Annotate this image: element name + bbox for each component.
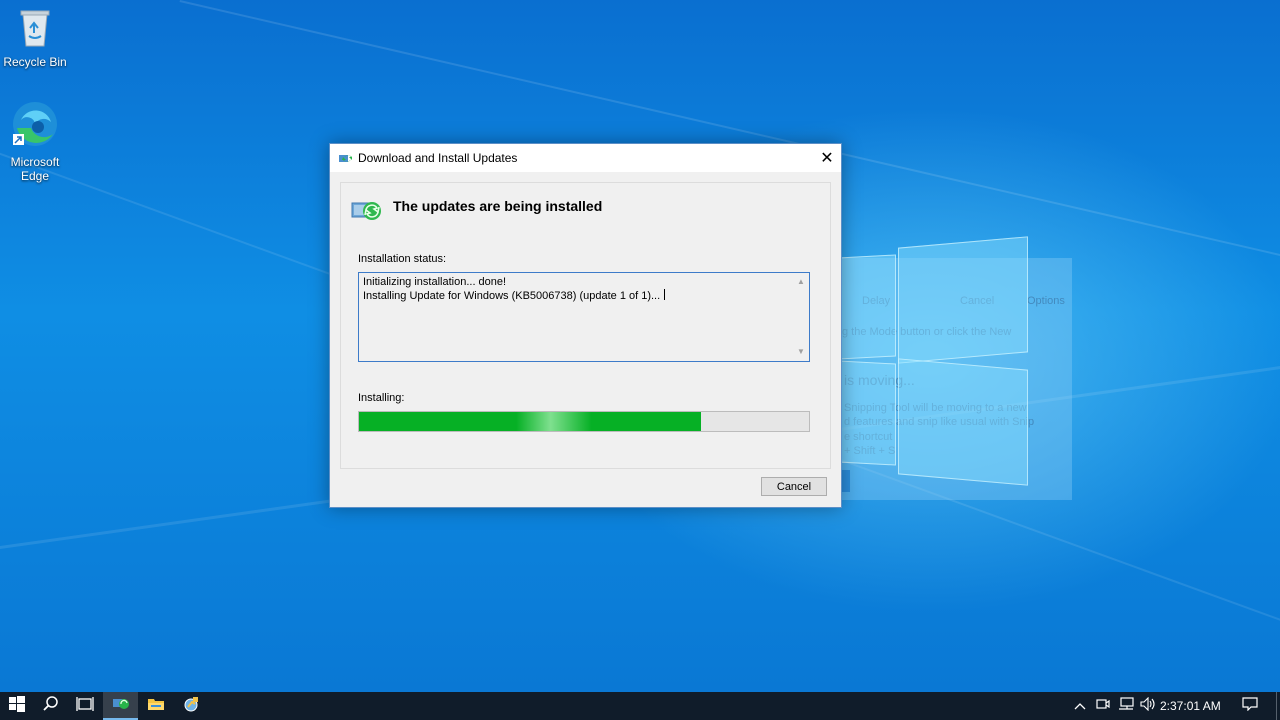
recycle-bin-icon	[0, 6, 70, 51]
edge-icon	[0, 100, 70, 151]
volume-button[interactable]	[1138, 692, 1158, 720]
install-progress-fill	[359, 412, 701, 431]
dialog-title: Download and Install Updates	[358, 151, 518, 165]
installation-status-text: Initializing installation... done! Insta…	[363, 276, 666, 303]
volume-icon	[1140, 696, 1156, 716]
cancel-button[interactable]: Cancel	[761, 477, 827, 496]
start-button[interactable]	[0, 692, 34, 720]
taskbar: 2:37:01 AM	[0, 692, 1280, 720]
meet-now-button[interactable]	[1093, 692, 1113, 720]
task-view-icon	[76, 696, 94, 717]
task-view-button[interactable]	[68, 692, 102, 720]
installation-status-textbox[interactable]: Initializing installation... done! Insta…	[358, 272, 810, 362]
taskbar-control-panel[interactable]	[173, 692, 208, 720]
recycle-bin-label: Recycle Bin	[3, 55, 67, 69]
updates-installing-icon	[351, 198, 383, 227]
action-center-button[interactable]	[1234, 692, 1266, 720]
status-scrollbar[interactable]: ▲ ▼	[793, 273, 809, 361]
windows-update-icon	[338, 151, 353, 170]
taskbar-windows-update[interactable]	[103, 692, 138, 720]
network-icon	[1118, 696, 1134, 716]
scroll-down-icon[interactable]: ▼	[797, 347, 805, 356]
text-caret	[664, 289, 666, 300]
dialog-heading: The updates are being installed	[393, 198, 603, 214]
desktop-icon-edge[interactable]: Microsoft Edge	[0, 100, 70, 183]
windows-update-icon	[112, 696, 130, 715]
close-icon[interactable]: ✕	[813, 144, 841, 172]
search-icon	[43, 695, 59, 717]
install-updates-dialog: Download and Install Updates ✕ The updat…	[329, 143, 842, 508]
installing-label: Installing:	[358, 392, 405, 404]
windows-logo	[838, 236, 1028, 486]
taskbar-file-explorer[interactable]	[138, 692, 173, 720]
installation-status-label: Installation status:	[358, 253, 447, 265]
show-desktop-button[interactable]	[1276, 692, 1280, 720]
chevron-up-icon	[1074, 697, 1086, 715]
install-progress-bar	[358, 411, 810, 432]
start-icon	[9, 695, 25, 717]
search-button[interactable]	[34, 692, 68, 720]
show-hidden-icons-button[interactable]	[1070, 692, 1090, 720]
taskbar-clock[interactable]: 2:37:01 AM	[1160, 699, 1221, 713]
dialog-content: The updates are being installed Installa…	[340, 182, 831, 469]
ghost-toolbar-options: Options	[1027, 295, 1065, 307]
notification-icon	[1242, 696, 1258, 716]
scroll-up-icon[interactable]: ▲	[797, 277, 805, 286]
file-explorer-icon	[147, 696, 165, 717]
dialog-titlebar[interactable]: Download and Install Updates ✕	[330, 144, 841, 172]
control-panel-icon	[182, 696, 200, 717]
edge-label: Microsoft Edge	[10, 155, 60, 183]
desktop-icon-recycle-bin[interactable]: Recycle Bin	[0, 6, 70, 69]
meet-now-icon	[1096, 697, 1110, 716]
network-button[interactable]	[1115, 692, 1137, 720]
